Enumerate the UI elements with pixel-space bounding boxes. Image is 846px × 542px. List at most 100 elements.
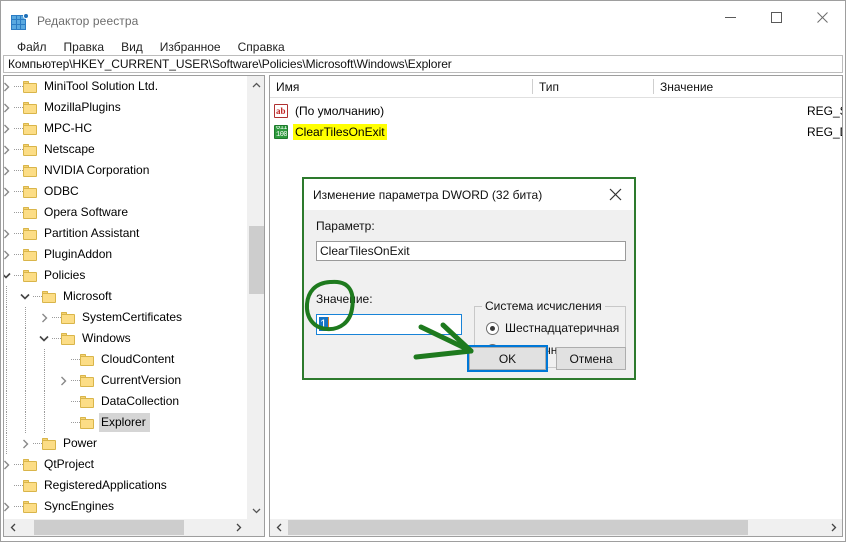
menu-bar: Файл Правка Вид Избранное Справка	[1, 37, 845, 57]
dialog-close-icon[interactable]	[596, 179, 634, 209]
chevron-right-icon[interactable]	[4, 139, 14, 160]
folder-icon	[23, 143, 37, 156]
tree-vertical-scrollbar[interactable]	[247, 76, 264, 519]
tree-item-syncengines[interactable]: SyncEngines	[4, 496, 247, 517]
chevron-right-icon[interactable]	[4, 454, 14, 475]
column-header-value[interactable]: Значение	[654, 76, 842, 97]
tree-item-power[interactable]: Power	[4, 433, 247, 454]
tree-item-datacollection[interactable]: DataCollection	[4, 391, 247, 412]
tree-scroll-right-icon[interactable]	[230, 519, 247, 536]
tree-guide-line	[6, 433, 7, 454]
menu-view[interactable]: Вид	[113, 39, 152, 56]
tree-item-netscape[interactable]: Netscape	[4, 139, 247, 160]
address-bar[interactable]: Компьютер\HKEY_CURRENT_USER\Software\Pol…	[3, 55, 843, 73]
radio-hexadecimal-label: Шестнадцатеричная	[505, 321, 620, 335]
folder-icon	[23, 248, 37, 261]
folder-icon	[61, 311, 75, 324]
tree-scrollbar-thumb[interactable]	[249, 226, 264, 294]
chevron-right-icon[interactable]	[36, 307, 52, 328]
chevron-right-icon[interactable]	[4, 244, 14, 265]
tree-item-mpc-hc[interactable]: MPC-HC	[4, 118, 247, 139]
tree-item-windows[interactable]: Windows	[4, 328, 247, 349]
column-header-name[interactable]: Имя	[270, 76, 533, 97]
tree-item-systemcertificates[interactable]: SystemCertificates	[4, 307, 247, 328]
tree-scroll-left-icon[interactable]	[4, 519, 21, 536]
chevron-right-icon[interactable]	[4, 118, 14, 139]
maximize-button[interactable]	[753, 1, 799, 33]
list-scroll-left-icon[interactable]	[270, 519, 287, 536]
chevron-down-icon[interactable]	[36, 328, 52, 349]
chevron-right-icon[interactable]	[4, 76, 14, 97]
chevron-down-icon[interactable]	[17, 286, 33, 307]
tree-item-label: Netscape	[44, 142, 95, 156]
tree-item-mozillaplugins[interactable]: MozillaPlugins	[4, 97, 247, 118]
chevron-right-icon[interactable]	[4, 223, 14, 244]
tree-item-label: MiniTool Solution Ltd.	[44, 79, 159, 93]
tree-item-label: CloudContent	[101, 352, 175, 366]
tree-guide-line	[44, 412, 45, 433]
folder-icon	[23, 479, 37, 492]
edit-dword-dialog: Изменение параметра DWORD (32 бита) Пара…	[302, 177, 636, 380]
cancel-button[interactable]: Отмена	[556, 347, 626, 370]
registry-tree[interactable]: MiniTool Solution Ltd. MozillaPlugins MPC-…	[4, 76, 247, 520]
tree-item-policies[interactable]: Policies	[4, 265, 247, 286]
tree-item-label: Opera Software	[44, 205, 129, 219]
tree-guide-line	[25, 328, 26, 349]
tree-item-currentversion[interactable]: CurrentVersion	[4, 370, 247, 391]
value-data-input[interactable]: 1	[316, 314, 462, 335]
radio-hexadecimal[interactable]: Шестнадцатеричная	[486, 321, 619, 335]
close-icon[interactable]	[799, 1, 845, 33]
tree-horizontal-scrollbar[interactable]	[4, 519, 247, 536]
chevron-right-icon[interactable]	[4, 97, 14, 118]
tree-item-partition-assistant[interactable]: Partition Assistant	[4, 223, 247, 244]
param-label: Параметр:	[316, 219, 375, 233]
tree-item-registeredapplications[interactable]: RegisteredApplications	[4, 475, 247, 496]
menu-favorites[interactable]: Избранное	[152, 39, 230, 56]
tree-item-label: Power	[63, 436, 98, 450]
list-horizontal-scrollbar[interactable]	[270, 519, 842, 536]
list-hscrollbar-thumb[interactable]	[288, 520, 748, 535]
tree-scroll-up-icon[interactable]	[248, 76, 264, 93]
chevron-right-icon[interactable]	[4, 496, 14, 517]
tree-item-explorer[interactable]: Explorer	[4, 412, 247, 433]
tree-leaf-spacer	[55, 412, 71, 433]
tree-hscrollbar-thumb[interactable]	[34, 520, 184, 535]
ok-button[interactable]: OK	[467, 345, 548, 372]
column-header-type[interactable]: Тип	[533, 76, 654, 97]
folder-icon	[80, 353, 94, 366]
chevron-right-icon[interactable]	[4, 181, 14, 202]
tree-item-pluginaddon[interactable]: PluginAddon	[4, 244, 247, 265]
tree-connector	[14, 97, 23, 118]
menu-help[interactable]: Справка	[230, 39, 294, 56]
tree-item-opera-software[interactable]: Opera Software	[4, 202, 247, 223]
radio-hexadecimal-mark	[486, 321, 499, 335]
tree-item-minitool-solution-ltd[interactable]: MiniTool Solution Ltd.	[4, 76, 247, 97]
tree-item-qtproject[interactable]: QtProject	[4, 454, 247, 475]
menu-file[interactable]: Файл	[9, 39, 56, 56]
tree-guide-line	[6, 328, 7, 349]
folder-icon	[80, 416, 94, 429]
chevron-right-icon[interactable]	[17, 433, 33, 454]
tree-item-nvidia-corporation[interactable]: NVIDIA Corporation	[4, 160, 247, 181]
tree-leaf-spacer	[4, 202, 14, 223]
tree-item-cloudcontent[interactable]: CloudContent	[4, 349, 247, 370]
folder-icon	[23, 227, 37, 240]
table-row[interactable]: 011100 ClearTilesOnExit REG_DWORD 0x0000…	[270, 121, 842, 142]
tree-connector	[14, 475, 23, 496]
tree-guide-line	[44, 370, 45, 391]
param-name-input[interactable]: ClearTilesOnExit	[316, 241, 626, 261]
tree-item-odbc[interactable]: ODBC	[4, 181, 247, 202]
list-scroll-right-icon[interactable]	[825, 519, 842, 536]
chevron-right-icon[interactable]	[55, 370, 71, 391]
folder-icon	[23, 80, 37, 93]
menu-edit[interactable]: Правка	[56, 39, 114, 56]
folder-icon	[23, 206, 37, 219]
tree-item-microsoft[interactable]: Microsoft	[4, 286, 247, 307]
table-row[interactable]: ab (По умолчанию) REG_SZ (значение не пр…	[270, 100, 842, 121]
minimize-button[interactable]	[707, 1, 753, 33]
chevron-down-icon[interactable]	[4, 265, 14, 286]
chevron-right-icon[interactable]	[4, 160, 14, 181]
tree-scroll-down-icon[interactable]	[248, 502, 264, 519]
